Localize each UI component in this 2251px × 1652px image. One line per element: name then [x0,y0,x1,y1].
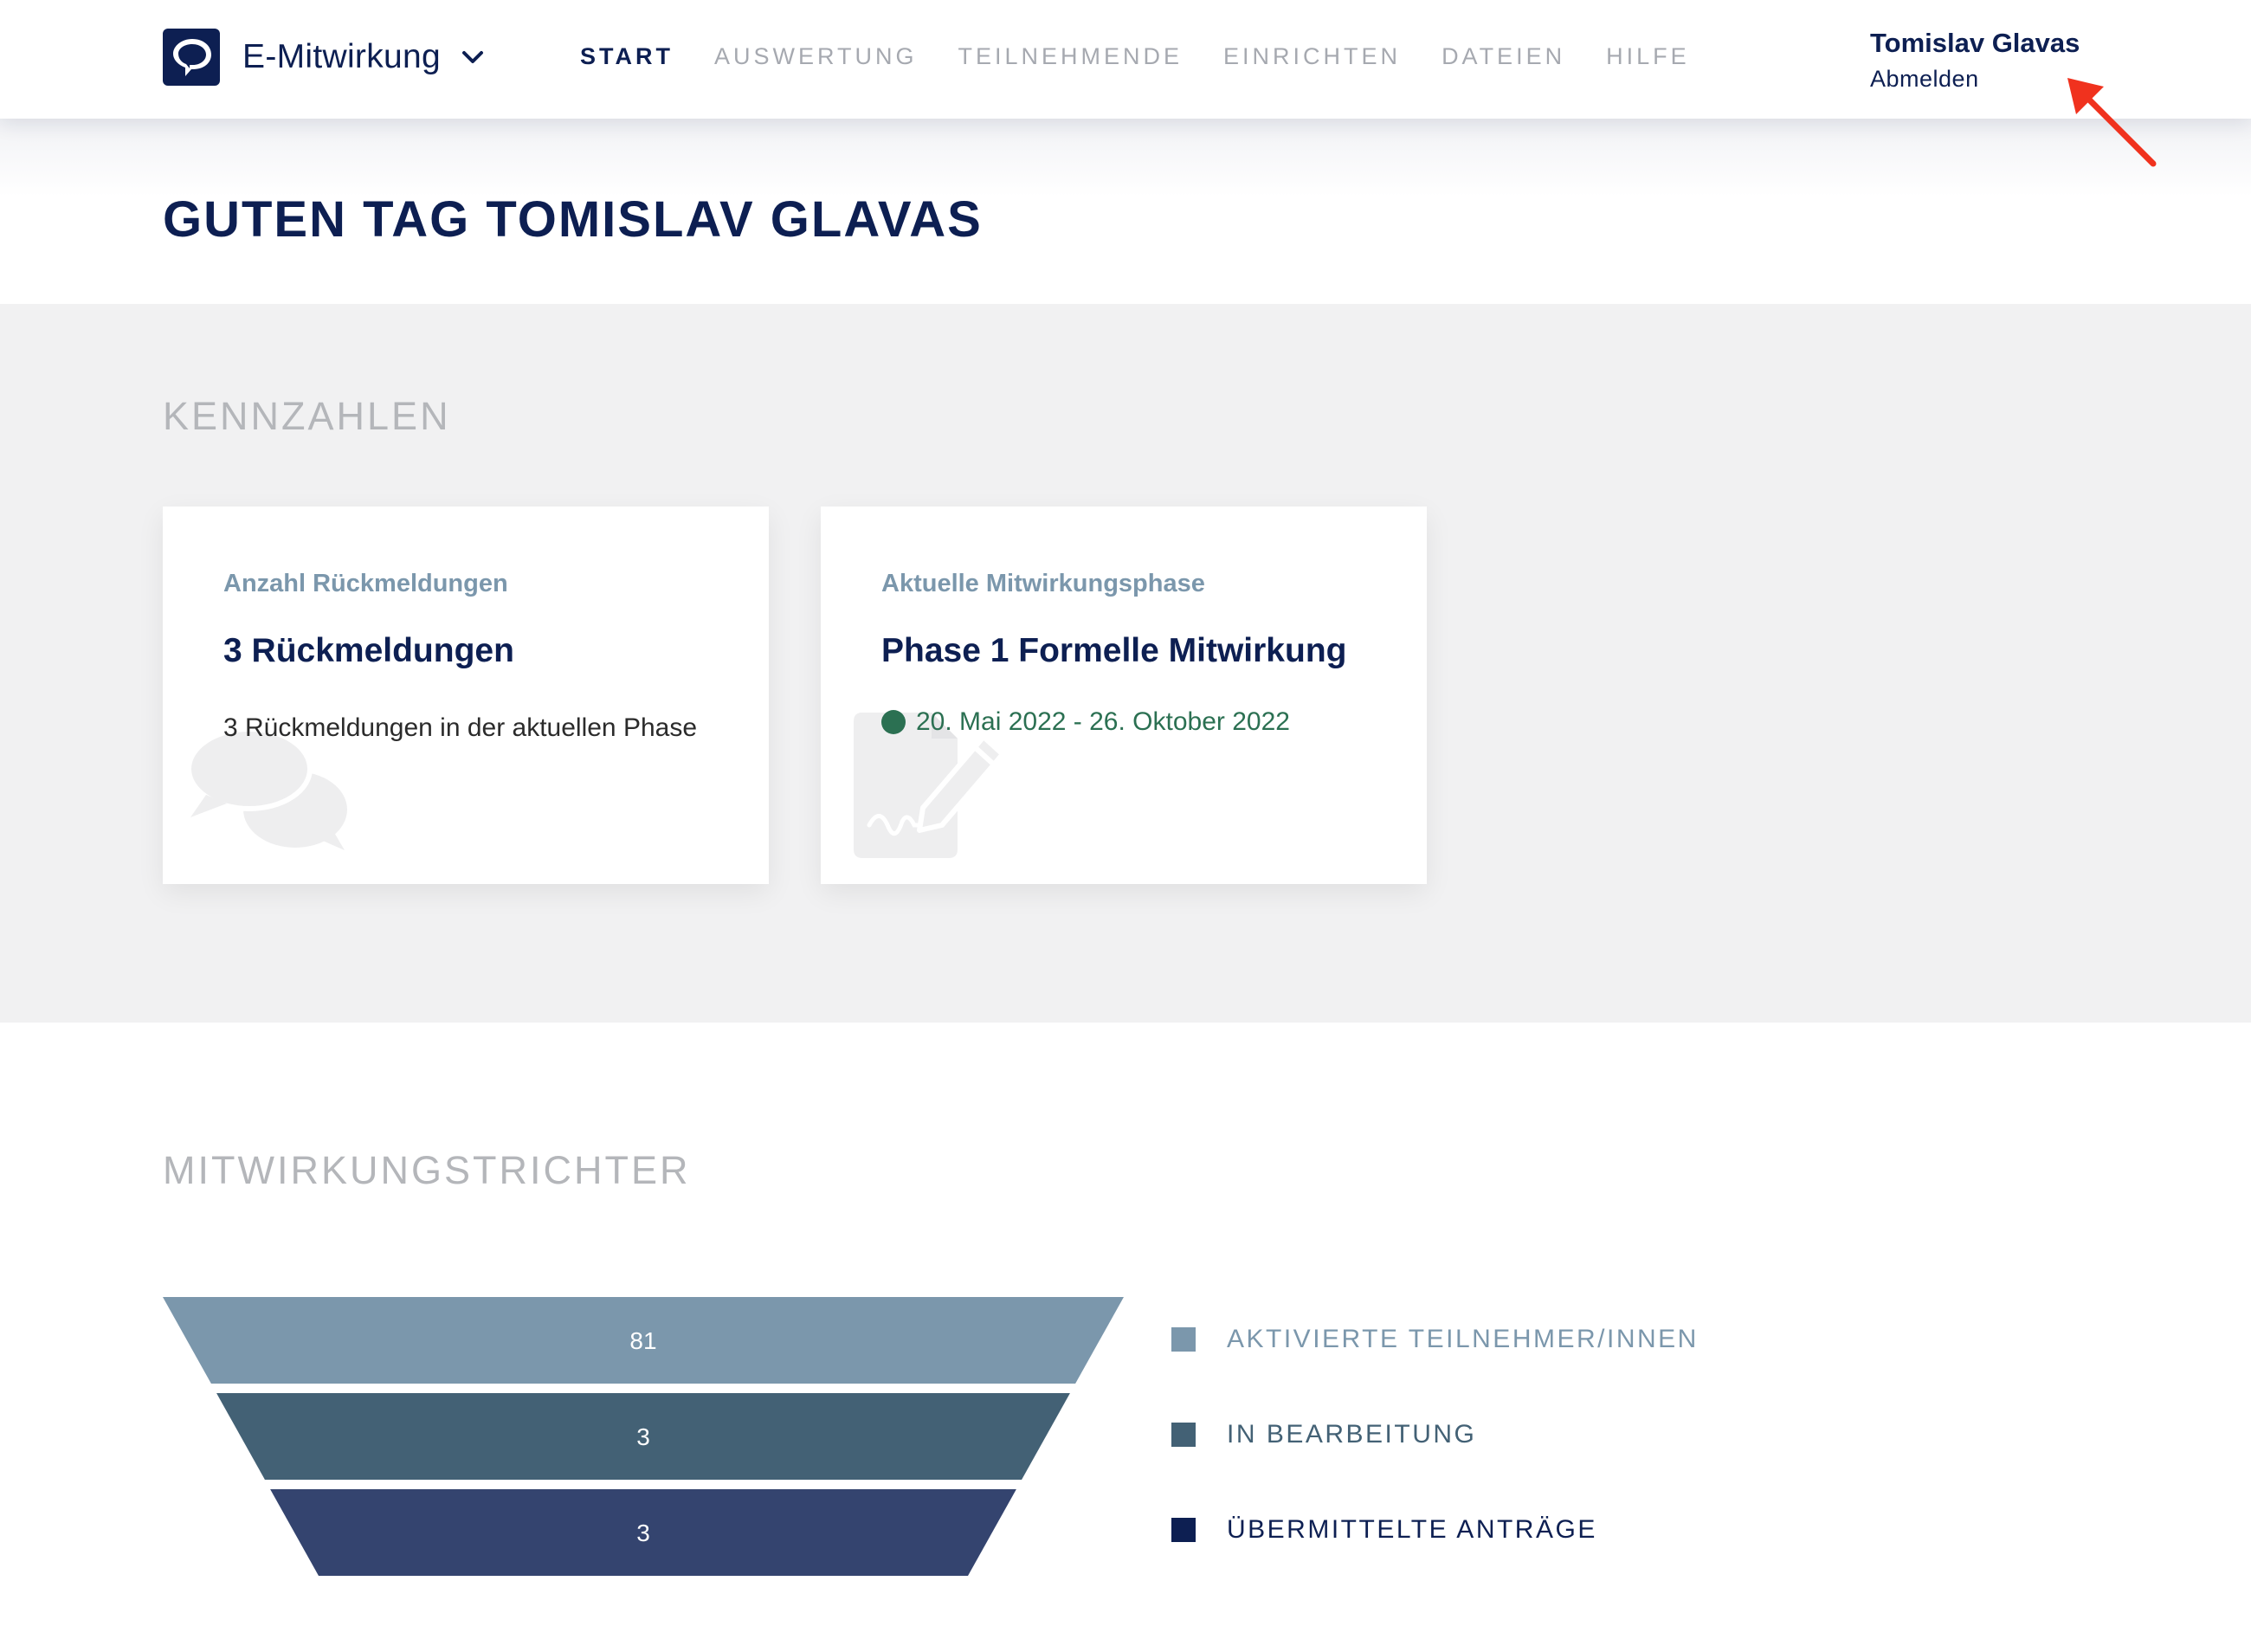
legend-item: AKTIVIERTE TEILNEHMER/INNEN [1171,1325,1699,1354]
nav-hilfe[interactable]: HILFE [1606,43,1690,70]
nav-auswertung[interactable]: AUSWERTUNG [714,43,918,70]
user-name: Tomislav Glavas [1870,28,2080,58]
user-menu: Tomislav Glavas Abmelden [1870,28,2080,93]
kennzahlen-title: KENNZAHLEN [163,394,451,438]
card-value: 3 Rückmeldungen [223,632,514,669]
funnel-value-label: 81 [629,1327,656,1354]
status-dot-icon [881,710,906,734]
main-nav: START AUSWERTUNG TEILNEHMENDE EINRICHTEN… [580,43,1731,70]
kpi-card-rueckmeldungen: Anzahl Rückmeldungen 3 Rückmeldungen 3 R… [163,507,769,884]
app-logo-icon [163,29,220,86]
logout-link[interactable]: Abmelden [1870,66,2080,93]
annotation-arrow-icon [2067,78,2157,167]
legend-label: AKTIVIERTE TEILNEHMER/INNEN [1227,1325,1699,1353]
app-switcher[interactable]: E-Mitwirkung [163,29,487,86]
phase-date-range: 20. Mai 2022 - 26. Oktober 2022 [881,707,1290,737]
card-description: 3 Rückmeldungen in der aktuellen Phase [223,713,698,742]
legend-swatch [1171,1423,1196,1447]
nav-start[interactable]: START [580,43,674,70]
card-label: Aktuelle Mitwirkungsphase [881,570,1205,597]
funnel-value-label: 3 [636,1520,650,1546]
nav-einrichten[interactable]: EINRICHTEN [1223,43,1401,70]
app-name: E-Mitwirkung [242,38,441,75]
trichter-title: MITWIRKUNGSTRICHTER [163,1148,691,1192]
legend-swatch [1171,1327,1196,1352]
card-value: Phase 1 Formelle Mitwirkung [881,632,1347,669]
card-label: Anzahl Rückmeldungen [223,570,508,597]
funnel-value-label: 3 [636,1423,650,1450]
legend-label: ÜBERMITTELTE ANTRÄGE [1227,1515,1597,1544]
phase-dates: 20. Mai 2022 - 26. Oktober 2022 [916,707,1290,736]
page-title: GUTEN TAG TOMISLAV GLAVAS [163,191,983,248]
nav-dateien[interactable]: DATEIEN [1442,43,1565,70]
legend-item: ÜBERMITTELTE ANTRÄGE [1171,1515,1597,1545]
legend-swatch [1171,1518,1196,1542]
chevron-down-icon [461,51,483,63]
legend-item: IN BEARBEITUNG [1171,1420,1476,1449]
top-header: E-Mitwirkung START AUSWERTUNG TEILNEHMEN… [0,0,2251,119]
funnel-chart: 81 3 3 [163,1297,1124,1576]
legend-label: IN BEARBEITUNG [1227,1420,1477,1449]
nav-teilnehmende[interactable]: TEILNEHMENDE [958,43,1184,70]
kpi-card-mitwirkungsphase: Aktuelle Mitwirkungsphase Phase 1 Formel… [821,507,1427,884]
